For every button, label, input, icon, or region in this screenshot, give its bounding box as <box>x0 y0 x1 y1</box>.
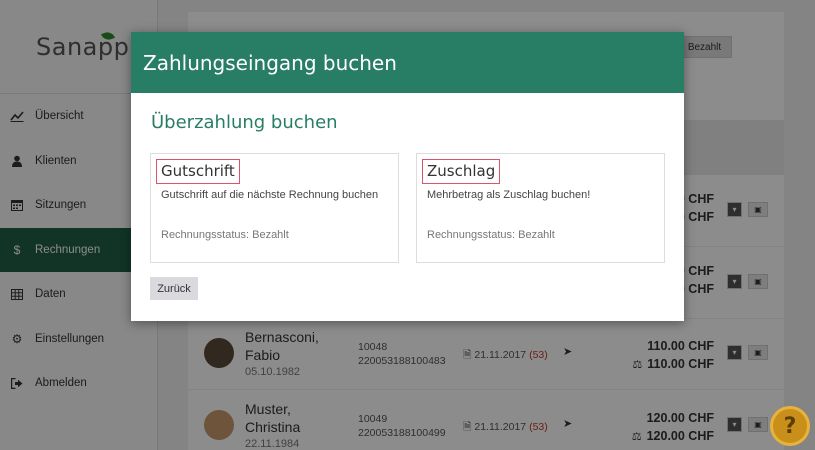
option-status: Rechnungsstatus: Bezahlt <box>427 229 555 241</box>
option-status: Rechnungsstatus: Bezahlt <box>161 229 289 241</box>
modal-title: Zahlungseingang buchen <box>143 50 397 75</box>
back-button[interactable]: Zurück <box>150 277 198 300</box>
option-description: Gutschrift auf die nächste Rechnung buch… <box>161 189 379 201</box>
zuschlag-option[interactable]: Zuschlag Mehrbetrag als Zuschlag buchen!… <box>416 153 665 263</box>
option-description: Mehrbetrag als Zuschlag buchen! <box>427 189 591 201</box>
option-title: Zuschlag <box>422 159 501 184</box>
gutschrift-option[interactable]: Gutschrift Gutschrift auf die nächste Re… <box>150 153 399 263</box>
modal-header: Zahlungseingang buchen <box>131 32 684 93</box>
modal-subtitle: Überzahlung buchen <box>151 112 338 133</box>
help-icon[interactable]: ? <box>770 406 810 446</box>
payment-modal: Zahlungseingang buchen Überzahlung buche… <box>131 32 684 321</box>
option-title: Gutschrift <box>156 159 240 184</box>
